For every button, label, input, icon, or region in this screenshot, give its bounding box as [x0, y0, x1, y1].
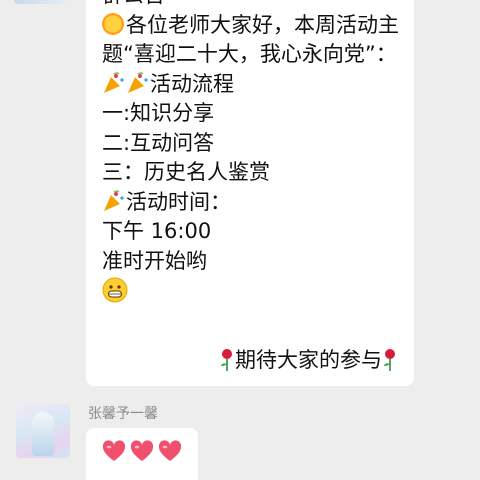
flow-item-3: 三：历史名人鉴赏 — [102, 160, 270, 184]
flow-item-2: 二:互动问答 — [102, 130, 215, 155]
party-popper-icon — [104, 71, 124, 93]
announcement-title: 群公告 — [102, 0, 400, 11]
flow-heading-text: 活动流程 — [150, 71, 234, 96]
announcement-bubble[interactable]: 群公告 各位老师大家好，本周活动主题“喜迎二十大，我心永向党”： 活动流程 一:… — [86, 0, 414, 386]
time-heading: 活动时间： — [102, 188, 400, 218]
intro-text: 各位老师大家好，本周活动主题“喜迎二十大，我心永向党”： — [102, 12, 399, 67]
sender-avatar[interactable] — [16, 404, 70, 458]
grinning-face-icon — [102, 277, 128, 303]
sun-emoji-icon — [102, 12, 124, 35]
top-avatar[interactable] — [14, 0, 70, 4]
grin-line — [102, 276, 400, 306]
rose-icon — [384, 349, 395, 371]
sender-name: 张馨予一馨 — [88, 406, 158, 422]
party-popper-icon — [104, 189, 124, 211]
heart-icon — [130, 440, 154, 461]
time-value: 下午 16:00 — [102, 219, 212, 243]
time-heading-text: 活动时间： — [126, 189, 231, 214]
flow-heading: 活动流程 — [102, 70, 400, 100]
heart-icon — [158, 440, 182, 461]
avatar-figure — [32, 412, 54, 456]
closing-text: 期待大家的参与 — [235, 348, 382, 372]
flow-item-1: 一:知识分享 — [102, 101, 215, 125]
hearts-bubble[interactable] — [86, 428, 198, 480]
rose-icon — [221, 349, 232, 371]
party-popper-icon — [128, 71, 148, 93]
heart-icon — [102, 440, 126, 461]
start-note: 准时开始哟 — [102, 248, 207, 273]
closing-line: 期待大家的参与 — [86, 344, 398, 374]
announcement-intro: 各位老师大家好，本周活动主题“喜迎二十大，我心永向党”： — [102, 11, 400, 70]
